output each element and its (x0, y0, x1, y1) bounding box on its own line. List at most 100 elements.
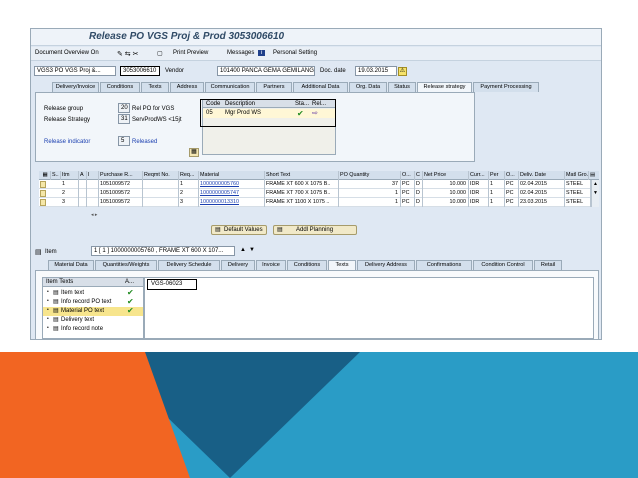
cell-item: 3 (61, 198, 79, 207)
tab-org-data[interactable]: Org. Data (349, 82, 387, 92)
row-selector[interactable] (40, 190, 46, 197)
other-po-icon[interactable]: ▢ (157, 50, 163, 57)
editor-text[interactable]: VGS-06023 (147, 279, 197, 290)
item-tabs: Material Data Quantities/Weights Deliver… (48, 260, 588, 270)
tab-conditions[interactable]: Conditions (100, 82, 140, 92)
item-texts-col2: A... (125, 279, 135, 285)
addl-planning-label: Addl Planning (296, 227, 334, 233)
cell-net-price: 10.000 (423, 189, 469, 198)
row-selector[interactable] (40, 181, 46, 188)
cell-oun: PC (401, 189, 415, 198)
title-bar: Release PO VGS Proj & Prod 3053006610 (31, 29, 601, 46)
vendor-field[interactable]: 101400 PANCA GEMA GEMILANG (217, 66, 315, 76)
prev-item-icon[interactable]: ▲ (240, 247, 246, 253)
tab-quantities-weights[interactable]: Quantities/Weights (95, 260, 157, 270)
col-item: Itm (61, 171, 79, 180)
tab-address[interactable]: Address (170, 82, 204, 92)
cell-material[interactable]: 1000000013310 (199, 198, 265, 207)
tab-delivery[interactable]: Delivery (221, 260, 255, 270)
item-collapse-icon[interactable]: ▤ (35, 248, 42, 256)
info-icon[interactable]: i (258, 50, 265, 56)
tab-condition-control[interactable]: Condition Control (473, 260, 533, 270)
document-type-select[interactable]: VGS3 PO VGS Proj &... (34, 66, 116, 76)
next-item-icon[interactable]: ▼ (249, 247, 255, 253)
text-editor[interactable]: VGS-06023 (144, 277, 594, 339)
col-c: C (415, 171, 423, 180)
col-deliv-date: Deliv. Date (519, 171, 565, 180)
text-type-label: Info record note (61, 326, 104, 332)
cell-short-text: FRAME XT 1100 X 1075 .. (265, 198, 339, 207)
cell-short-text: FRAME XT 600 X 1075 B.. (265, 180, 339, 189)
tab-delivery-address[interactable]: Delivery Address (357, 260, 415, 270)
addl-planning-button[interactable]: ▤ Addl Planning (273, 225, 357, 235)
addl-planning-icon: ▤ (277, 227, 283, 233)
cell-po-quantity: 37 (339, 180, 401, 189)
tab-communication[interactable]: Communication (205, 82, 255, 92)
personal-setting-button[interactable]: Personal Setting (273, 50, 317, 56)
tab-release-strategy[interactable]: Release strategy (417, 82, 472, 92)
text-type-label: Material PO text (61, 308, 105, 314)
tab-status[interactable]: Status (388, 82, 416, 92)
table-vertical-scrollbar[interactable]: ▲ ▼ (591, 180, 599, 207)
cell-po-quantity: 1 (339, 189, 401, 198)
tab-item-texts[interactable]: Texts (328, 260, 356, 270)
cell-material[interactable]: 1000000005760 (199, 180, 265, 189)
tab-texts[interactable]: Texts (141, 82, 169, 92)
col-currency: Curr... (469, 171, 489, 180)
release-strategy-label: Release Strategy (44, 117, 91, 123)
default-values-icon: ▤ (215, 227, 221, 233)
cell-purchase-req: 1051009572 (99, 198, 143, 207)
column-config-icon[interactable]: ▤ (589, 171, 599, 180)
tab-delivery-schedule[interactable]: Delivery Schedule (158, 260, 220, 270)
overview-icon[interactable]: ▦ (189, 148, 199, 157)
cell-reqmt-no (143, 198, 179, 207)
tab-material-data[interactable]: Material Data (48, 260, 94, 270)
col-short-text: Short Text (265, 171, 339, 180)
list-item-selected[interactable]: • ▤ Material PO text ✔ (43, 306, 143, 316)
document-icon: ▤ (53, 290, 59, 296)
tab-item-conditions[interactable]: Conditions (287, 260, 327, 270)
cell-reqmt-no (143, 180, 179, 189)
tab-additional-data[interactable]: Additional Data (293, 82, 348, 92)
document-overview-button[interactable]: Document Overview On (35, 50, 99, 56)
print-preview-button[interactable]: Print Preview (173, 50, 208, 56)
col-po-quantity: PO Quantity (339, 171, 401, 180)
bullet-icon: • (47, 316, 49, 322)
row-selector[interactable] (40, 199, 46, 206)
tab-confirmations[interactable]: Confirmations (416, 260, 472, 270)
cell-currency: IDR (469, 198, 489, 207)
document-icon: ▤ (53, 308, 59, 314)
tab-retail[interactable]: Retail (534, 260, 562, 270)
tab-partners[interactable]: Partners (256, 82, 292, 92)
cell-c: D (415, 189, 423, 198)
cell-currency: IDR (469, 189, 489, 198)
release-highlight-box (200, 99, 336, 127)
tab-invoice[interactable]: Invoice (256, 260, 286, 270)
item-texts-header: Item Texts (46, 279, 74, 285)
toolbar-icons[interactable]: ✎ ⇆ ✂ (117, 50, 139, 58)
table-horizontal-scrollbar[interactable]: ◂ ▸ (39, 212, 99, 218)
list-item[interactable]: • ▤ Info record note (43, 325, 143, 334)
cell-a (79, 198, 87, 207)
items-table: ▦ S.. Itm A I Purchase R... Reqmt No. Re… (39, 171, 599, 211)
release-group-code: 20 (118, 103, 130, 113)
table-settings-icon[interactable]: ▦ (39, 171, 51, 180)
cell-oun: PC (401, 198, 415, 207)
list-item[interactable]: • ▤ Delivery text (43, 316, 143, 325)
table-row[interactable]: 1 1051009572 1 1000000005760 FRAME XT 60… (39, 180, 591, 189)
cell-material[interactable]: 1000000005747 (199, 189, 265, 198)
messages-button[interactable]: Messages (227, 50, 254, 56)
cell-c: D (415, 180, 423, 189)
item-select[interactable]: 1 [ 1 ] 1000000005760 , FRAME XT 600 X 1… (91, 246, 235, 256)
tab-delivery-invoice[interactable]: Delivery/Invoice (52, 82, 99, 92)
doc-date-field[interactable]: 19.03.2015 (355, 66, 397, 76)
po-number-field[interactable]: 3053006610 (120, 66, 160, 76)
table-row[interactable]: 2 1051009572 2 1000000005747 FRAME XT 70… (39, 189, 591, 198)
table-row[interactable]: 3 1051009572 3 1000000013310 FRAME XT 11… (39, 198, 591, 207)
document-icon: ▤ (53, 326, 59, 332)
tab-payment-processing[interactable]: Payment Processing (473, 82, 539, 92)
warning-icon[interactable]: ⚠ (398, 67, 407, 76)
col-status: S.. (51, 171, 61, 180)
cell-short-text: FRAME XT 700 X 1075 B.. (265, 189, 339, 198)
default-values-button[interactable]: ▤ Default Values (211, 225, 267, 235)
